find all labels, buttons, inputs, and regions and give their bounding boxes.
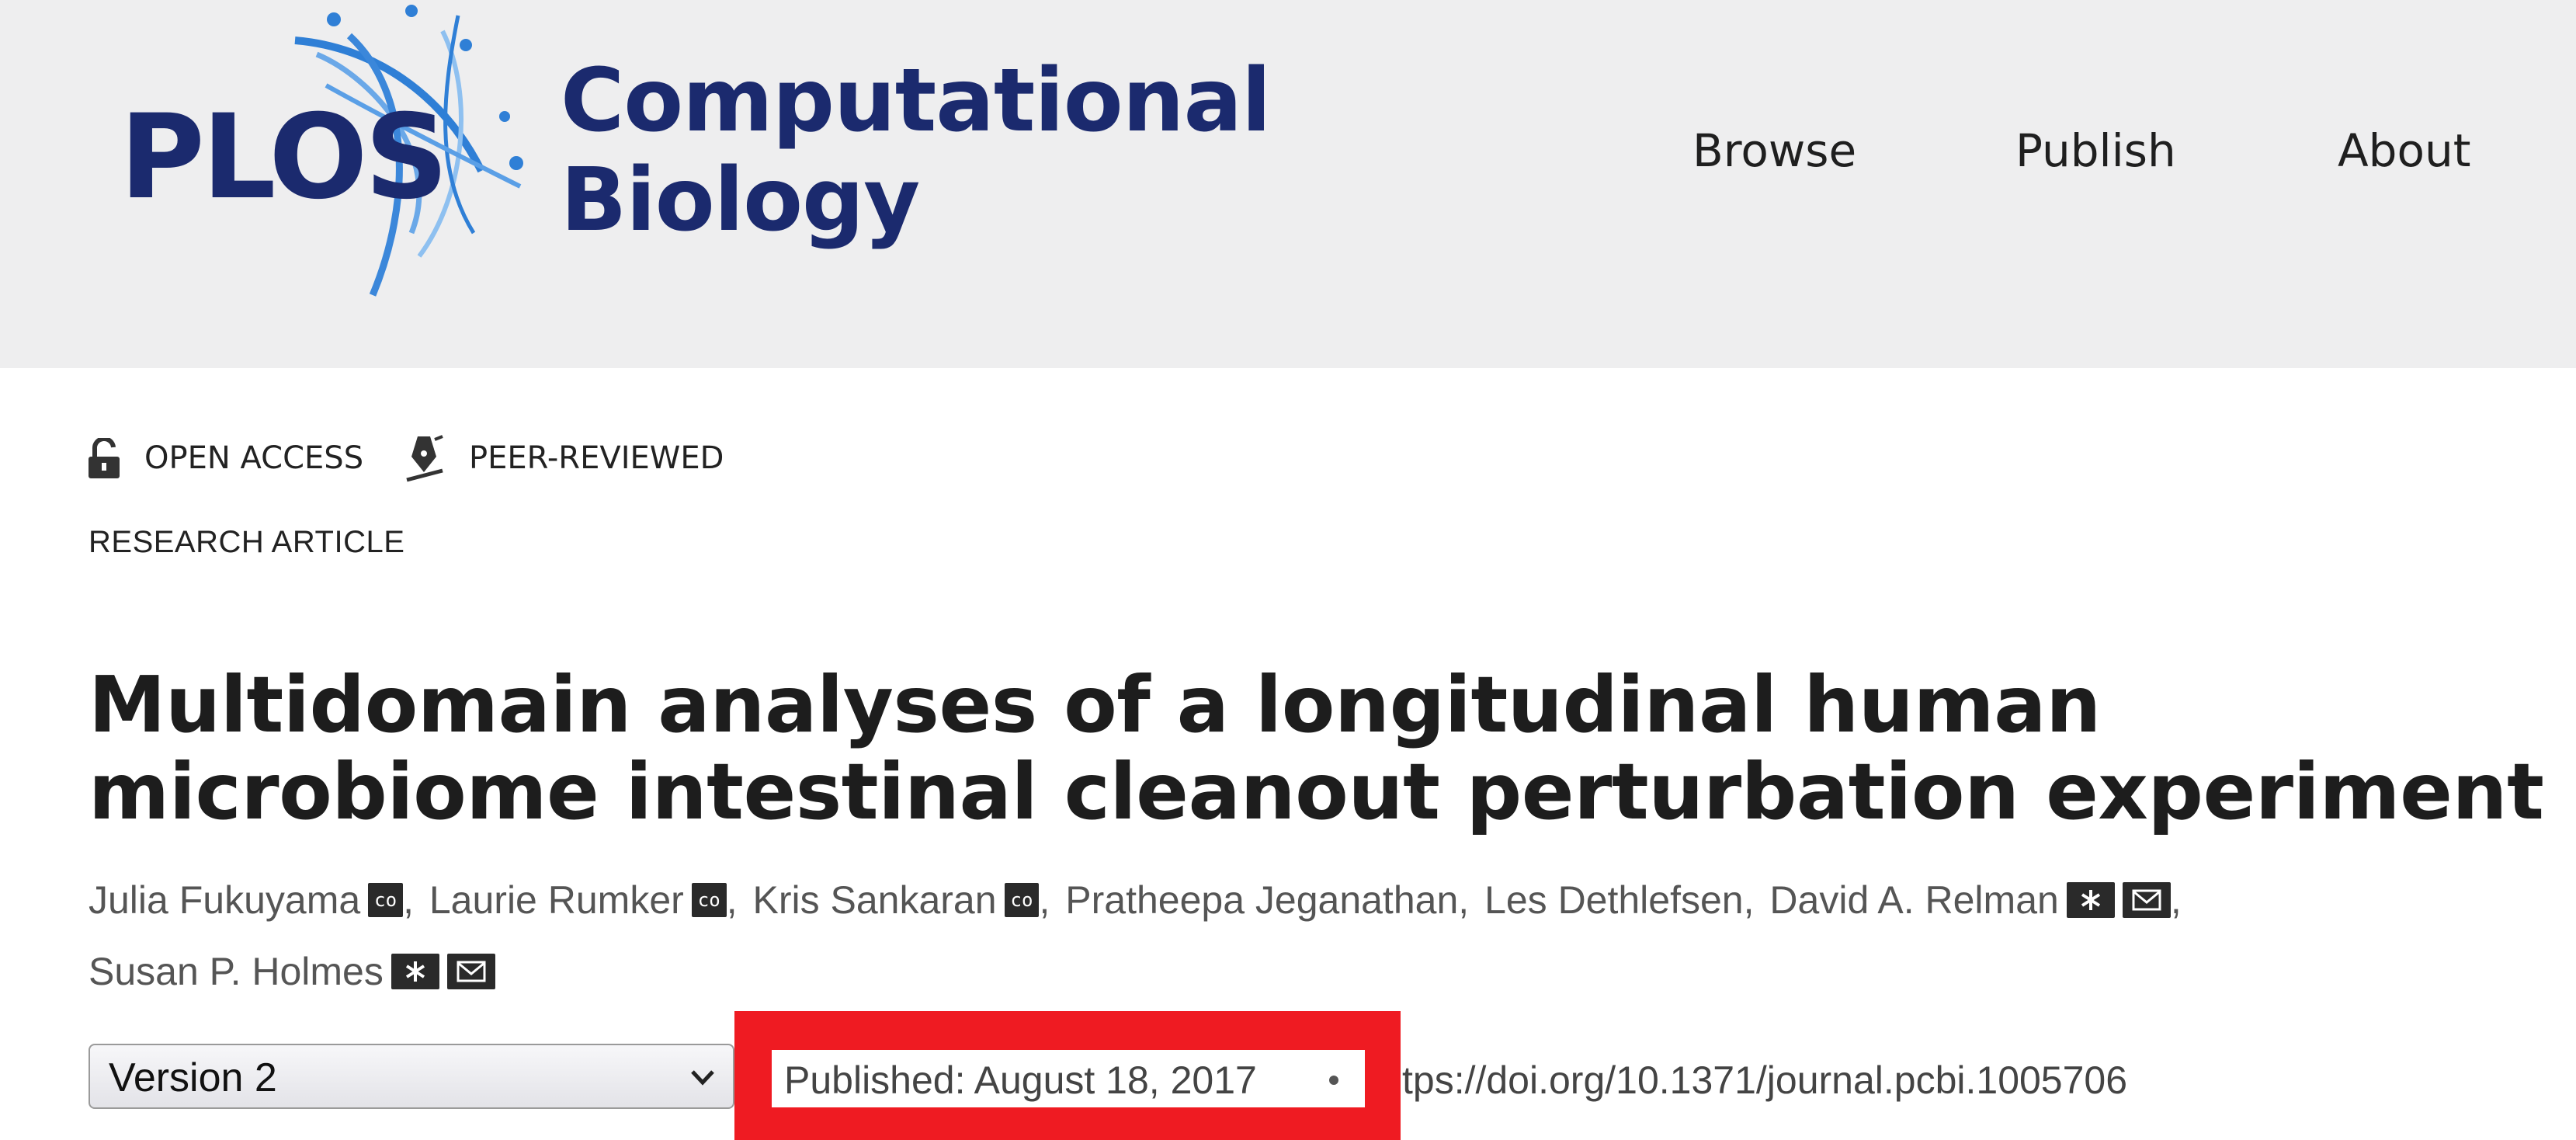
version-select[interactable]: Version 2 [89, 1044, 734, 1109]
equal-contribution-badge[interactable]: co [368, 882, 404, 917]
author-name[interactable]: Susan P. Holmes [89, 950, 384, 993]
unlock-icon [89, 438, 120, 478]
logo-journal-name: Computational Biology [561, 50, 1271, 251]
author-item: David A. Relman, [1769, 878, 2182, 922]
author-list-line2: Susan P. Holmes [89, 949, 2534, 994]
open-access-label: OPEN ACCESS [144, 440, 364, 476]
author-name[interactable]: Laurie Rumker [429, 878, 684, 922]
logo-journal-name-line1: Computational [561, 50, 1271, 151]
nav-about[interactable]: About [2338, 124, 2470, 177]
doi-link[interactable]: tps://doi.org/10.1371/journal.pcbi.10057… [1402, 1058, 2127, 1103]
author-item: Laurie Rumker co, [429, 878, 738, 922]
published-date: Published: August 18, 2017 [784, 1058, 1257, 1102]
author-name[interactable]: Les Dethlefsen [1484, 878, 1744, 922]
author-item: Julia Fukuyama co, [89, 878, 414, 922]
pen-nib-icon [406, 435, 443, 482]
version-select-value: Version 2 [109, 1055, 277, 1100]
nav-browse[interactable]: Browse [1692, 124, 1856, 177]
author-name[interactable]: Julia Fukuyama [89, 878, 360, 922]
journal-logo[interactable]: PLOS Computational Biology [116, 0, 1271, 311]
logo-journal-name-line2: Biology [561, 150, 920, 251]
asterisk-icon[interactable] [391, 953, 439, 989]
open-access-badge[interactable]: OPEN ACCESS [87, 435, 363, 481]
logo-wordmark-plos: PLOS [120, 90, 449, 225]
equal-contribution-badge[interactable]: co [1004, 882, 1040, 917]
peer-reviewed-label: PEER-REVIEWED [469, 440, 724, 476]
nav-publish[interactable]: Publish [2015, 124, 2176, 177]
author-item: Susan P. Holmes [89, 949, 495, 994]
asterisk-icon[interactable] [2066, 881, 2115, 918]
peer-reviewed-badge[interactable]: PEER-REVIEWED [404, 435, 724, 482]
author-item: Kris Sankaran co, [752, 878, 1050, 922]
article-title: Multidomain analyses of a longitudinal h… [89, 659, 2544, 837]
author-name[interactable]: Pratheepa Jeganathan [1065, 878, 1458, 922]
chevron-down-icon [691, 1070, 714, 1086]
author-item: Pratheepa Jeganathan, [1065, 878, 1470, 922]
envelope-icon[interactable] [2122, 881, 2171, 918]
author-item: Les Dethlefsen, [1484, 878, 1755, 922]
equal-contribution-badge[interactable]: co [691, 882, 727, 917]
published-date-container: Published: August 18, 2017 [772, 1050, 1365, 1107]
author-name[interactable]: David A. Relman [1769, 878, 2058, 922]
author-list-line1: Julia Fukuyama co, Laurie Rumker co, Kris … [89, 878, 2534, 923]
envelope-icon[interactable] [446, 953, 495, 989]
separator-dot [1329, 1076, 1338, 1085]
site-header: PLOS Computational Biology Browse Publis… [0, 0, 2576, 368]
author-name[interactable]: Kris Sankaran [753, 878, 997, 922]
article-type-label: RESEARCH ARTICLE [89, 525, 405, 559]
